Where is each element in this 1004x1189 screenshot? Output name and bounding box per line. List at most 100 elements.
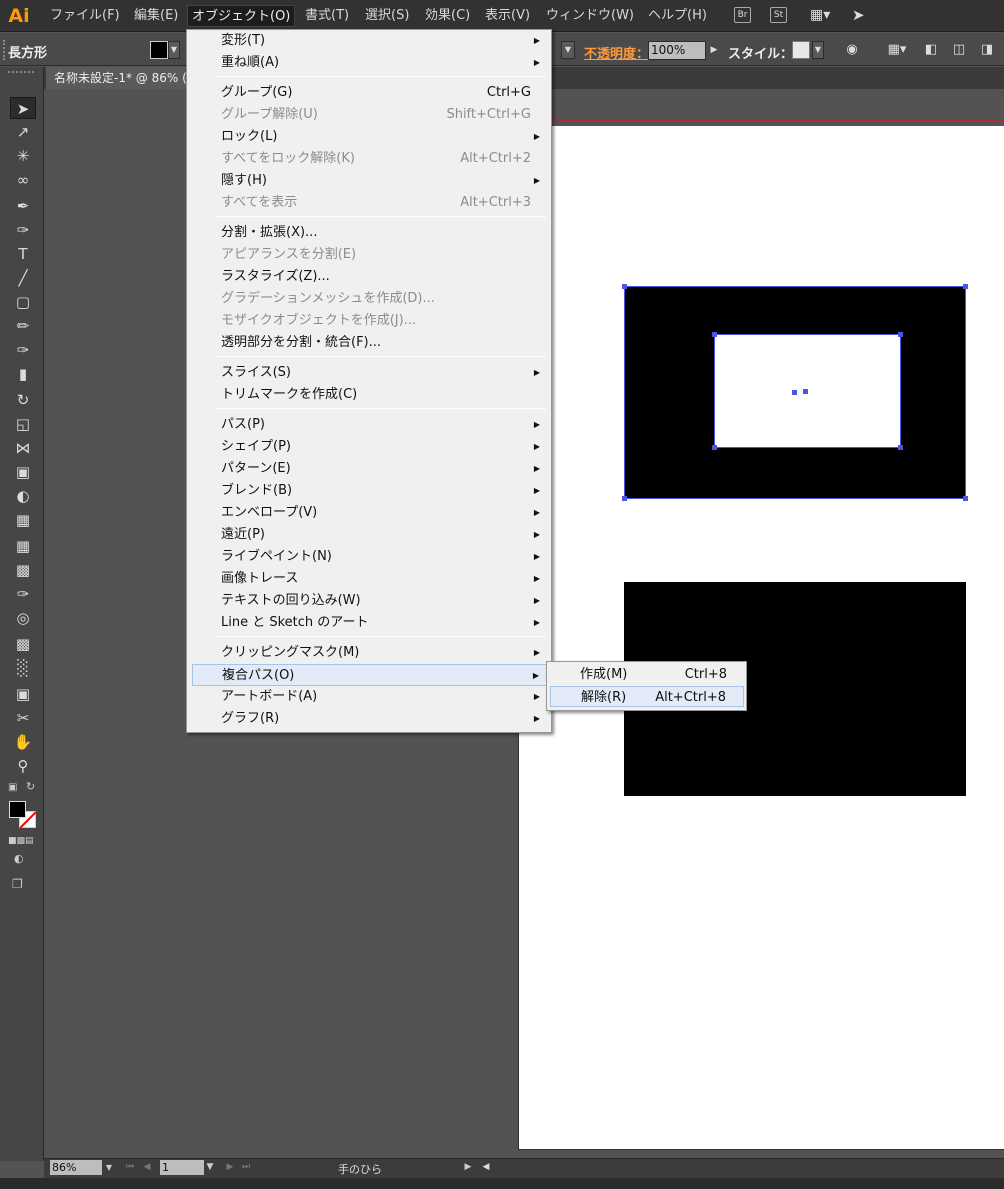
zoom-dropdown-icon[interactable]: ▼ bbox=[103, 1160, 115, 1175]
object-menu-item[interactable]: アートボード(A) ▶ bbox=[192, 686, 547, 708]
fill-dropdown-icon[interactable]: ▼ bbox=[168, 41, 180, 59]
opacity-label[interactable]: 不透明度： bbox=[584, 43, 649, 62]
curvature-tool-icon[interactable]: ✑ bbox=[10, 219, 36, 241]
artboard-number-input[interactable]: 1 bbox=[160, 1160, 204, 1175]
line-segment-tool-icon[interactable]: ╱ bbox=[10, 267, 36, 289]
color-mode-icons[interactable]: ■▩▤ bbox=[8, 836, 36, 846]
object-menu-item[interactable]: 遠近(P) ▶ bbox=[192, 524, 547, 546]
hand-tool-icon[interactable]: ✋ bbox=[10, 731, 36, 753]
object-menu-item[interactable]: ロック(L) ▶ bbox=[192, 126, 547, 148]
object-menu-item[interactable]: グループ(G) Ctrl+G bbox=[192, 82, 547, 104]
slice-tool-icon[interactable]: ✂ bbox=[10, 707, 36, 729]
menu-edit[interactable]: 編集(E) bbox=[130, 5, 182, 27]
screen-mode-icon[interactable]: ❐ bbox=[12, 876, 32, 892]
default-colors-icon[interactable]: ▣ bbox=[8, 782, 20, 794]
shape-builder-tool-icon[interactable]: ◐ bbox=[10, 485, 36, 507]
paintbrush-tool-icon[interactable]: ✏ bbox=[10, 315, 36, 337]
selection-handle[interactable] bbox=[622, 496, 627, 501]
object-menu-item[interactable]: 隠す(H) ▶ bbox=[192, 170, 547, 192]
selection-handle[interactable] bbox=[898, 332, 903, 337]
object-menu-item[interactable]: ラスタライズ(Z)... bbox=[192, 266, 547, 288]
lasso-tool-icon[interactable]: ∞ bbox=[10, 169, 36, 191]
menu-help[interactable]: ヘルプ(H) bbox=[644, 5, 711, 27]
selection-tool-icon[interactable]: ➤ bbox=[10, 97, 36, 119]
arrange-documents-icon[interactable]: ▦▾ bbox=[810, 6, 838, 24]
eyedropper-tool-icon[interactable]: ✑ bbox=[10, 583, 36, 605]
sync-icon[interactable]: ➤ bbox=[852, 6, 872, 24]
menu-view[interactable]: 表示(V) bbox=[481, 5, 534, 27]
artboard-dropdown-icon[interactable]: ▼ bbox=[204, 1160, 216, 1175]
symbol-sprayer-tool-icon[interactable]: ▩ bbox=[10, 633, 36, 655]
direct-selection-tool-icon[interactable]: ↗ bbox=[10, 121, 36, 143]
selection-handle[interactable] bbox=[622, 284, 627, 289]
menu-effect[interactable]: 効果(C) bbox=[421, 5, 474, 27]
scroll-left-icon[interactable]: ◀ bbox=[480, 1160, 492, 1175]
menu-select[interactable]: 選択(S) bbox=[361, 5, 413, 27]
object-menu-item[interactable]: グラフ(R) ▶ bbox=[192, 708, 547, 730]
artboard-tool-icon[interactable]: ▣ bbox=[10, 683, 36, 705]
rotate-tool-icon[interactable]: ↻ bbox=[10, 389, 36, 411]
object-menu-item[interactable]: 透明部分を分割・統合(F)... bbox=[192, 332, 547, 354]
status-menu-icon[interactable]: ▶ bbox=[462, 1160, 474, 1175]
column-graph-tool-icon[interactable]: ░ bbox=[10, 657, 36, 679]
object-menu-item[interactable]: エンベロープ(V) ▶ bbox=[192, 502, 547, 524]
object-menu-item[interactable]: ブレンド(B) ▶ bbox=[192, 480, 547, 502]
zoom-tool-icon[interactable]: ⚲ bbox=[10, 755, 36, 777]
zoom-level-input[interactable]: 86% bbox=[50, 1160, 102, 1175]
object-menu-item[interactable]: 分割・拡張(X)... bbox=[192, 222, 547, 244]
selection-handle[interactable] bbox=[712, 332, 717, 337]
controlbar-grip[interactable] bbox=[3, 40, 7, 60]
opacity-input[interactable]: 100% bbox=[648, 41, 706, 60]
submenu-item-release[interactable]: 解除(R) Alt+Ctrl+8 bbox=[550, 686, 744, 707]
type-tool-icon[interactable]: T bbox=[10, 243, 36, 265]
style-dropdown-icon[interactable]: ▼ bbox=[812, 41, 824, 59]
align-to-icon[interactable]: ▦▾ bbox=[884, 41, 910, 59]
menu-file[interactable]: ファイル(F) bbox=[46, 5, 124, 27]
object-menu-item[interactable]: パス(P) ▶ bbox=[192, 414, 547, 436]
first-artboard-icon[interactable]: ⏮ bbox=[124, 1160, 136, 1175]
object-menu-item[interactable]: ライブペイント(N) ▶ bbox=[192, 546, 547, 568]
free-transform-tool-icon[interactable]: ▣ bbox=[10, 461, 36, 483]
submenu-item-make[interactable]: 作成(M) Ctrl+8 bbox=[550, 664, 744, 685]
mesh-tool-icon[interactable]: ▦ bbox=[10, 535, 36, 557]
selection-handle[interactable] bbox=[712, 445, 717, 450]
object-menu-item[interactable]: 複合パス(O) ▶ bbox=[192, 664, 547, 686]
document-tab[interactable]: 名称未設定-1* @ 86% (C bbox=[46, 67, 186, 89]
align-center-icon[interactable]: ◫ bbox=[950, 41, 968, 59]
object-menu-item[interactable]: シェイプ(P) ▶ bbox=[192, 436, 547, 458]
width-tool-icon[interactable]: ⋈ bbox=[10, 437, 36, 459]
graphic-style-swatch[interactable] bbox=[792, 41, 810, 59]
stock-icon[interactable]: St bbox=[770, 7, 787, 23]
tools-panel-grip[interactable] bbox=[8, 71, 34, 75]
object-menu-item[interactable]: Line と Sketch のアート ▶ bbox=[192, 612, 547, 634]
align-left-icon[interactable]: ◧ bbox=[922, 41, 940, 59]
stroke-dropdown-icon[interactable]: ▼ bbox=[561, 41, 575, 59]
previous-artboard-icon[interactable]: ◀ bbox=[141, 1160, 153, 1175]
selection-handle[interactable] bbox=[898, 445, 903, 450]
gradient-tool-icon[interactable]: ▩ bbox=[10, 559, 36, 581]
rectangle-tool-icon[interactable]: ▢ bbox=[10, 291, 36, 313]
opacity-arrow-icon[interactable]: ▶ bbox=[708, 41, 720, 60]
last-artboard-icon[interactable]: ⏭ bbox=[240, 1160, 252, 1175]
object-menu-item[interactable]: クリッピングマスク(M) ▶ bbox=[192, 642, 547, 664]
drawing-mode-icon[interactable]: ◐ bbox=[14, 852, 32, 866]
pen-tool-icon[interactable]: ✒ bbox=[10, 195, 36, 217]
menu-type[interactable]: 書式(T) bbox=[301, 5, 353, 27]
perspective-grid-tool-icon[interactable]: ▦ bbox=[10, 509, 36, 531]
eraser-tool-icon[interactable]: ▮ bbox=[10, 363, 36, 385]
swap-colors-icon[interactable]: ↻ bbox=[26, 781, 38, 793]
object-menu-item[interactable]: 画像トレース ▶ bbox=[192, 568, 547, 590]
next-artboard-icon[interactable]: ▶ bbox=[224, 1160, 236, 1175]
blob-brush-tool-icon[interactable]: ✑ bbox=[10, 339, 36, 361]
recolor-artwork-icon[interactable]: ◉ bbox=[843, 41, 861, 59]
object-menu-item[interactable]: 変形(T) ▶ bbox=[192, 30, 547, 52]
object-menu-item[interactable]: 重ね順(A) ▶ bbox=[192, 52, 547, 74]
bridge-icon[interactable]: Br bbox=[734, 7, 751, 23]
object-menu-item[interactable]: トリムマークを作成(C) bbox=[192, 384, 547, 406]
menu-window[interactable]: ウィンドウ(W) bbox=[542, 5, 638, 27]
selection-handle[interactable] bbox=[963, 496, 968, 501]
magic-wand-tool-icon[interactable]: ✳ bbox=[10, 145, 36, 167]
align-right-icon[interactable]: ◨ bbox=[978, 41, 996, 59]
menu-object[interactable]: オブジェクト(O) bbox=[187, 5, 296, 27]
object-menu-item[interactable]: スライス(S) ▶ bbox=[192, 362, 547, 384]
